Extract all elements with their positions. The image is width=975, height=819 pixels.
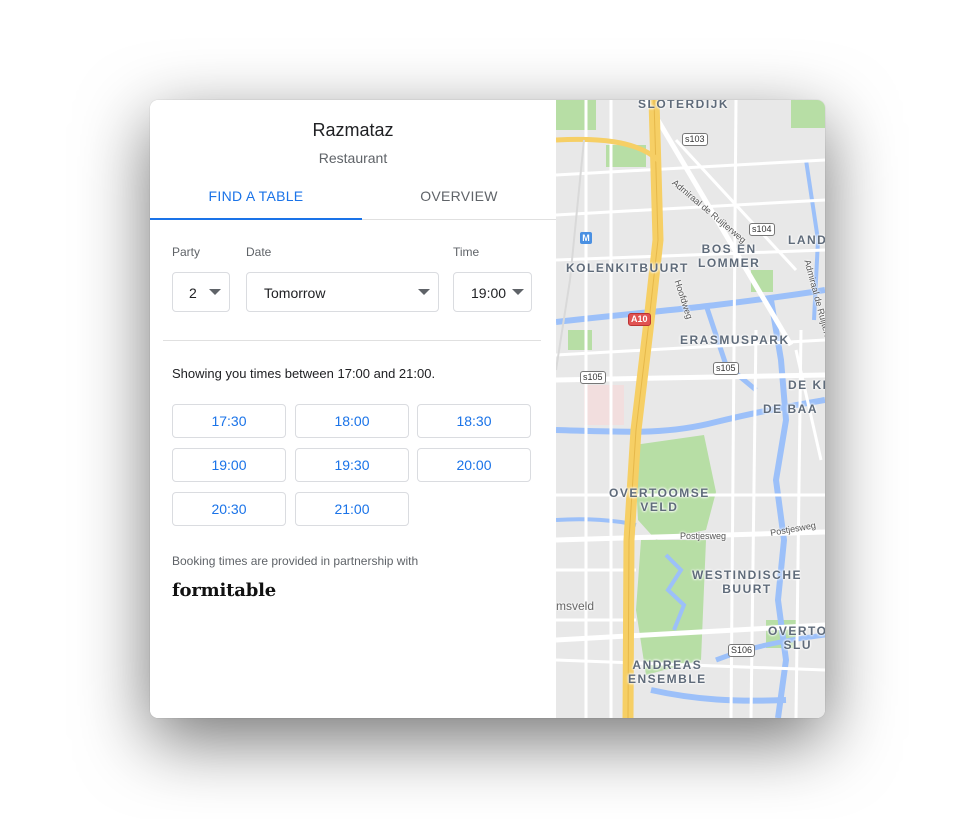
map-label-sloterdijk: SLOTERDIJK — [638, 100, 730, 111]
booking-panel: Razmataz Restaurant FIND A TABLE OVERVIE… — [150, 100, 556, 718]
date-select[interactable]: Tomorrow — [246, 272, 439, 312]
formitable-logo[interactable]: formitable — [172, 580, 276, 601]
map-label-msveld: msveld — [556, 599, 595, 613]
map-label-kolenkitbuurt: KOLENKITBUURT — [566, 261, 689, 275]
date-label: Date — [246, 245, 272, 259]
time-label: Time — [453, 245, 480, 259]
road-shield-a10: A10 — [628, 313, 651, 326]
time-slot-button[interactable]: 17:30 — [172, 404, 286, 438]
chevron-down-icon — [418, 289, 430, 295]
road-shield-s105: s105 — [713, 362, 739, 375]
party-select[interactable]: 2 — [172, 272, 230, 312]
map-label-postjesweg: Postjesweg — [680, 531, 727, 541]
restaurant-type: Restaurant — [318, 150, 388, 166]
time-slot-button[interactable]: 19:00 — [172, 448, 286, 482]
map-label-de-kr: DE KR — [788, 378, 825, 392]
divider — [163, 340, 541, 341]
party-label: Party — [172, 245, 201, 259]
map[interactable]: M SLOTERDIJK KOLENKITBUURT BOS EN LOMMER… — [556, 100, 825, 718]
time-slot-button[interactable]: 19:30 — [295, 448, 409, 482]
availability-text: Showing you times between 17:00 and 21:0… — [172, 366, 436, 381]
time-slot-button[interactable]: 18:00 — [295, 404, 409, 438]
road-shield-s103: s103 — [682, 133, 708, 146]
map-label-erasmuspark: ERASMUSPARK — [680, 333, 790, 347]
map-label-overtoomse-veld: OVERTOOMSE VELD — [609, 486, 710, 514]
time-value: 19:00 — [471, 285, 507, 301]
tab-bar: FIND A TABLE OVERVIEW — [150, 178, 556, 220]
tab-overview[interactable]: OVERVIEW — [362, 178, 556, 220]
time-slot-button[interactable]: 21:00 — [295, 492, 409, 526]
time-slot-button[interactable]: 18:30 — [417, 404, 531, 438]
road-shield-s105: s105 — [580, 371, 606, 384]
tab-find-a-table[interactable]: FIND A TABLE — [150, 178, 362, 220]
booking-window: Razmataz Restaurant FIND A TABLE OVERVIE… — [150, 100, 825, 718]
map-label-overtoomse-sluis: OVERTO SLU — [768, 624, 825, 652]
time-slot-button[interactable]: 20:00 — [417, 448, 531, 482]
date-value: Tomorrow — [264, 285, 326, 301]
party-value: 2 — [189, 285, 197, 301]
restaurant-name: Razmataz — [312, 120, 394, 140]
map-label-de-baa: DE BAA — [763, 402, 819, 416]
map-label-westindische-buurt: WESTINDISCHE BUURT — [692, 568, 803, 596]
road-shield-s106: S106 — [728, 644, 756, 657]
chevron-down-icon — [209, 289, 221, 295]
chevron-down-icon — [512, 289, 524, 295]
road-shield-s104: s104 — [749, 223, 775, 236]
map-label-bos-en-lommer: BOS EN LOMMER — [698, 242, 761, 270]
time-select[interactable]: 19:00 — [453, 272, 532, 312]
map-label-andreas-ensemble: ANDREAS ENSEMBLE — [628, 658, 707, 686]
time-slot-button[interactable]: 20:30 — [172, 492, 286, 526]
map-label-land: LAND — [788, 233, 825, 247]
partner-text: Booking times are provided in partnershi… — [172, 554, 419, 568]
metro-station-icon[interactable]: M — [580, 232, 592, 244]
